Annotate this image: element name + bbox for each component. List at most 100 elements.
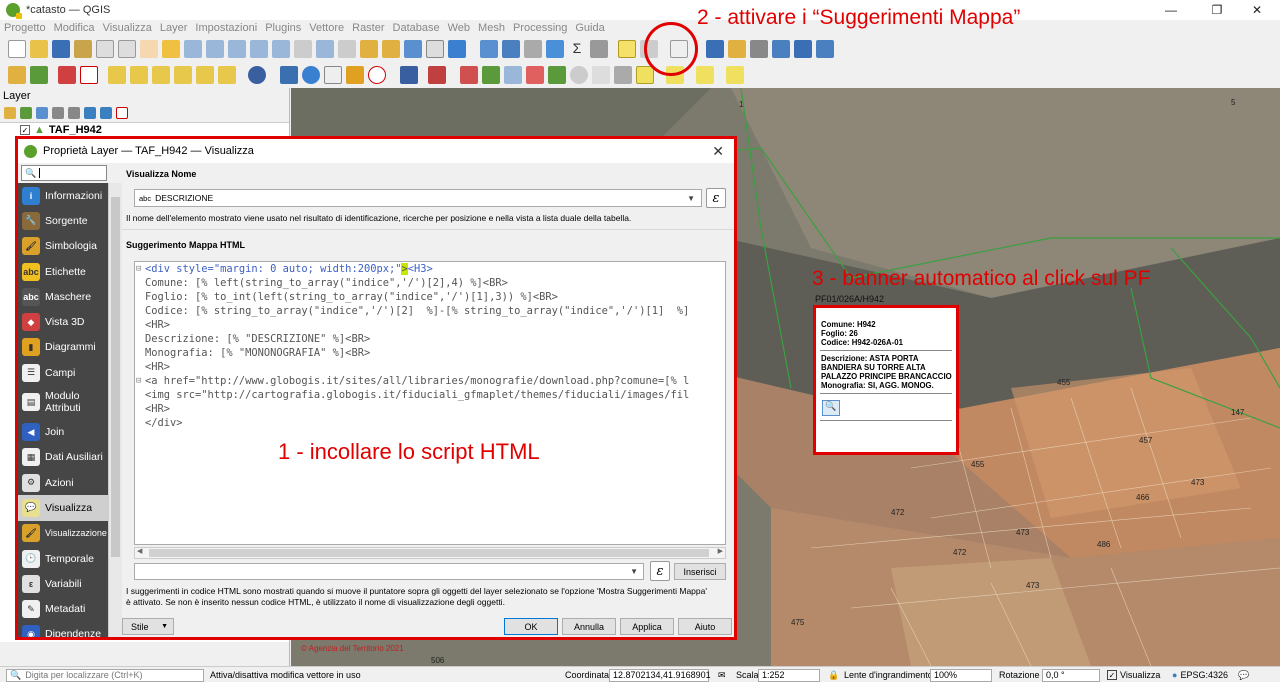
- sidebar-item-modulo-attributi[interactable]: ▤ Modulo Attributi: [18, 385, 108, 419]
- expression-button[interactable]: ε: [706, 188, 726, 208]
- zoom-last-icon[interactable]: [316, 40, 334, 58]
- new-bookmark-icon[interactable]: [382, 40, 400, 58]
- add-raster-layer-icon[interactable]: [728, 40, 746, 58]
- add-postgis-icon[interactable]: [816, 40, 834, 58]
- pan-hand-icon[interactable]: [140, 40, 158, 58]
- layer-visibility-checkbox[interactable]: ✓: [20, 125, 30, 135]
- zoom-native-icon[interactable]: [294, 40, 312, 58]
- monografia-link-icon[interactable]: 🔍: [822, 400, 840, 416]
- label-tool-3-icon[interactable]: [152, 66, 170, 84]
- menu-raster[interactable]: Raster: [352, 22, 384, 34]
- scrollbar-thumb[interactable]: [111, 197, 120, 557]
- menu-mesh[interactable]: Mesh: [478, 22, 505, 34]
- settings-wrench-icon[interactable]: [614, 66, 632, 84]
- sidebar-item-variabili[interactable]: ε Variabili: [18, 571, 108, 596]
- collapse-all-icon[interactable]: [100, 107, 112, 119]
- scroll-left-icon[interactable]: ◀: [137, 547, 142, 555]
- add-wms-icon[interactable]: [772, 40, 790, 58]
- label-tool-1-icon[interactable]: [108, 66, 126, 84]
- field-calculator-icon[interactable]: [524, 40, 542, 58]
- sidebar-item-vista-3d[interactable]: ◆ Vista 3D: [18, 309, 108, 334]
- statistics-sigma-icon[interactable]: Σ: [568, 40, 586, 58]
- menu-plugins[interactable]: Plugins: [265, 22, 301, 34]
- insert-button[interactable]: Inserisci: [674, 563, 726, 580]
- cancel-button[interactable]: Annulla: [562, 618, 616, 635]
- filter-icon[interactable]: [482, 66, 500, 84]
- xy-coord-icon[interactable]: [592, 66, 610, 84]
- expand-all-icon[interactable]: [84, 107, 96, 119]
- dialog-close-button[interactable]: ✕: [712, 143, 724, 160]
- sidebar-scrollbar[interactable]: [108, 183, 122, 637]
- lock-scale-icon[interactable]: 🔒: [828, 668, 839, 682]
- expression-insert-input[interactable]: ▼: [134, 563, 644, 580]
- sidebar-item-dati-ausiliari[interactable]: ▦ Dati Ausiliari: [18, 445, 108, 470]
- visibility-icon[interactable]: [36, 107, 48, 119]
- measure-icon[interactable]: [590, 40, 608, 58]
- sidebar-item-campi[interactable]: ☰ Campi: [18, 360, 108, 385]
- identify-icon[interactable]: [480, 40, 498, 58]
- menu-progetto[interactable]: Progetto: [4, 22, 46, 34]
- messages-icon[interactable]: 💬: [1238, 668, 1252, 682]
- sidebar-search-input[interactable]: 🔍: [21, 165, 107, 181]
- label-tool-6-icon[interactable]: [218, 66, 236, 84]
- layout-manager-icon[interactable]: [118, 40, 136, 58]
- gps-icon[interactable]: [248, 66, 266, 84]
- locator-input[interactable]: 🔍 Digita per localizzare (Ctrl+K): [6, 668, 204, 682]
- style-menu-button[interactable]: Stile ▼: [122, 618, 174, 635]
- edit-pencil-icon[interactable]: [8, 66, 26, 84]
- sidebar-item-metadati[interactable]: ✎ Metadati: [18, 596, 108, 621]
- select-area-icon[interactable]: [548, 66, 566, 84]
- minimize-button[interactable]: —: [1148, 0, 1194, 20]
- label-tool-4-icon[interactable]: [174, 66, 192, 84]
- scrollbar-thumb[interactable]: [149, 549, 709, 557]
- render-checkbox[interactable]: ✓: [1107, 670, 1117, 680]
- zoom-in-icon[interactable]: [184, 40, 202, 58]
- menu-modifica[interactable]: Modifica: [54, 22, 95, 34]
- scroll-right-icon[interactable]: ▶: [718, 547, 723, 555]
- pin-icon[interactable]: [428, 66, 446, 84]
- label-pin-icon[interactable]: [58, 66, 76, 84]
- crs-label[interactable]: EPSG:4326: [1180, 670, 1228, 680]
- sidebar-item-maschere[interactable]: abc Maschere: [18, 284, 108, 309]
- select-zoom-icon[interactable]: [526, 66, 544, 84]
- magnifier-field[interactable]: 100%: [930, 668, 992, 682]
- copy-feature-icon[interactable]: [460, 66, 478, 84]
- add-delimited-icon[interactable]: [750, 40, 768, 58]
- menu-impostazioni[interactable]: Impostazioni: [195, 22, 257, 34]
- filter-legend-icon[interactable]: [52, 107, 64, 119]
- zoom-next-icon[interactable]: [338, 40, 356, 58]
- sidebar-item-diagrammi[interactable]: ▮ Diagrammi: [18, 335, 108, 360]
- menu-database[interactable]: Database: [393, 22, 440, 34]
- sidebar-item-join[interactable]: ◀ Join: [18, 419, 108, 444]
- zoom-full-icon[interactable]: [228, 40, 246, 58]
- save-project-icon[interactable]: [52, 40, 70, 58]
- help-button[interactable]: Aiuto: [678, 618, 732, 635]
- menu-layer[interactable]: Layer: [160, 22, 188, 34]
- sidebar-item-etichette[interactable]: abc Etichette: [18, 259, 108, 284]
- refresh-icon[interactable]: [448, 40, 466, 58]
- search-map-icon[interactable]: [504, 66, 522, 84]
- street-view-icon[interactable]: [346, 66, 364, 84]
- ok-button[interactable]: OK: [504, 618, 558, 635]
- label-tool-2-icon[interactable]: [130, 66, 148, 84]
- sidebar-item-temporale[interactable]: 🕒 Temporale: [18, 546, 108, 571]
- remove-layer-icon[interactable]: [116, 107, 128, 119]
- add-group-icon[interactable]: [20, 107, 32, 119]
- menu-visualizza[interactable]: Visualizza: [103, 22, 152, 34]
- attribute-table-icon[interactable]: [502, 40, 520, 58]
- lock-icon[interactable]: ✉: [718, 668, 730, 682]
- processing-toolbox-icon[interactable]: [546, 40, 564, 58]
- add-wfs-icon[interactable]: [794, 40, 812, 58]
- pan-to-selection-icon[interactable]: [162, 40, 180, 58]
- new-project-icon[interactable]: [8, 40, 26, 58]
- zoom-out-icon[interactable]: [206, 40, 224, 58]
- compass-icon[interactable]: [368, 66, 386, 84]
- label-tool-5-icon[interactable]: [196, 66, 214, 84]
- sidebar-item-azioni[interactable]: ⚙ Azioni: [18, 470, 108, 495]
- code-horizontal-scrollbar[interactable]: ◀ ▶: [134, 547, 726, 559]
- sidebar-item-sorgente[interactable]: 🔧 Sorgente: [18, 208, 108, 233]
- style-icon[interactable]: [4, 107, 16, 119]
- help-book-icon[interactable]: [400, 66, 418, 84]
- menu-guida[interactable]: Guida: [575, 22, 604, 34]
- crs-globe-icon[interactable]: ●: [1172, 670, 1177, 680]
